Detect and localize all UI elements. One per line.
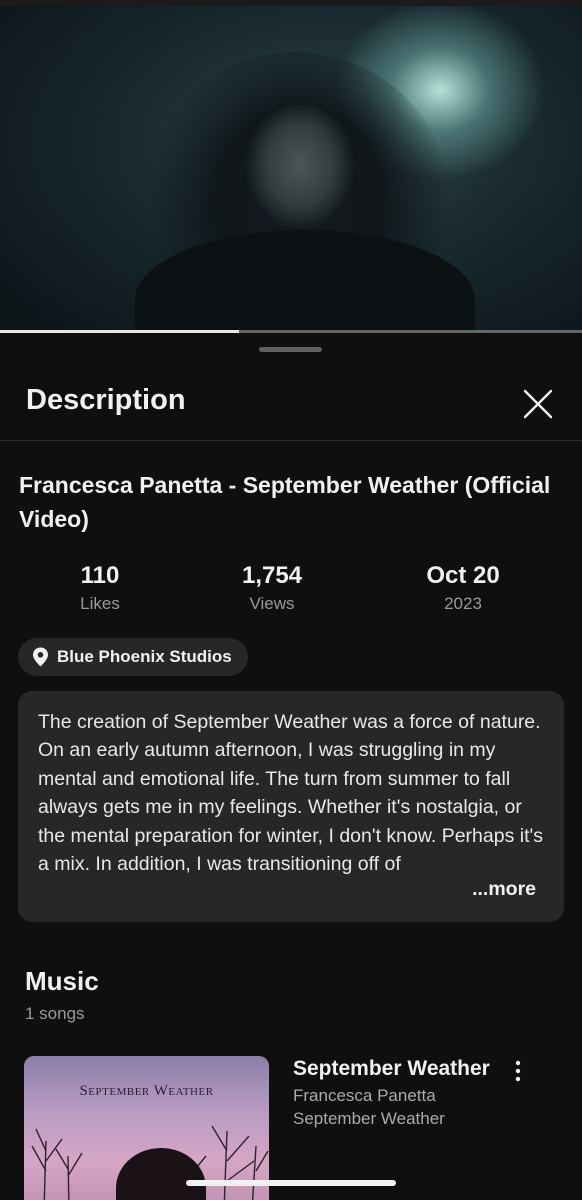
sheet-title: Description (26, 384, 186, 416)
stat-date: Oct 20 2023 (378, 561, 548, 616)
description-box[interactable]: The creation of September Weather was a … (18, 691, 564, 922)
views-count: 1,754 (241, 562, 303, 589)
music-song-count: 1 songs (25, 1004, 85, 1023)
song-artist: Francesca Panetta (293, 1086, 436, 1105)
video-progress-fill (0, 330, 239, 333)
upload-year: 2023 (444, 594, 482, 613)
artwork-title: September Weather (79, 1083, 214, 1099)
location-label: Blue Phoenix Studios (57, 647, 232, 666)
home-indicator[interactable] (186, 1180, 396, 1186)
location-chip[interactable]: Blue Phoenix Studios (18, 638, 248, 676)
song-info[interactable]: September Weather Francesca Panetta Sept… (293, 1054, 538, 1130)
likes-count: 110 (80, 562, 120, 589)
location-pin-icon (32, 647, 49, 667)
drag-handle[interactable] (259, 347, 322, 352)
video-progress-bar[interactable] (0, 330, 582, 333)
close-icon (523, 389, 553, 419)
song-title: September Weather (293, 1057, 490, 1080)
stat-views: 1,754 Views (187, 561, 357, 616)
video-title: Francesca Panetta - September Weather (O… (19, 472, 551, 532)
stat-likes: 110 Likes (15, 561, 185, 616)
close-button[interactable] (516, 382, 560, 426)
description-sheet: Description Francesca Panetta - Septembe… (0, 336, 582, 1200)
video-stats: 110 Likes 1,754 Views Oct 20 2023 (0, 561, 582, 621)
song-album: September Weather (293, 1109, 445, 1128)
video-frame-figure-face (245, 105, 355, 235)
sheet-header: Description (0, 366, 582, 441)
description-text: The creation of September Weather was a … (38, 711, 543, 876)
more-vert-icon (515, 1060, 521, 1082)
song-menu-button[interactable] (507, 1058, 529, 1084)
more-link-wrap: ...more (432, 874, 536, 904)
music-heading: Music (25, 966, 99, 996)
likes-label: Likes (80, 594, 120, 613)
views-label: Views (249, 594, 295, 613)
video-player[interactable] (0, 0, 582, 332)
song-artwork[interactable]: September Weather (24, 1056, 269, 1200)
upload-date: Oct 20 (426, 562, 500, 589)
video-top-edge (0, 0, 582, 6)
more-link[interactable]: ...more (472, 878, 536, 900)
